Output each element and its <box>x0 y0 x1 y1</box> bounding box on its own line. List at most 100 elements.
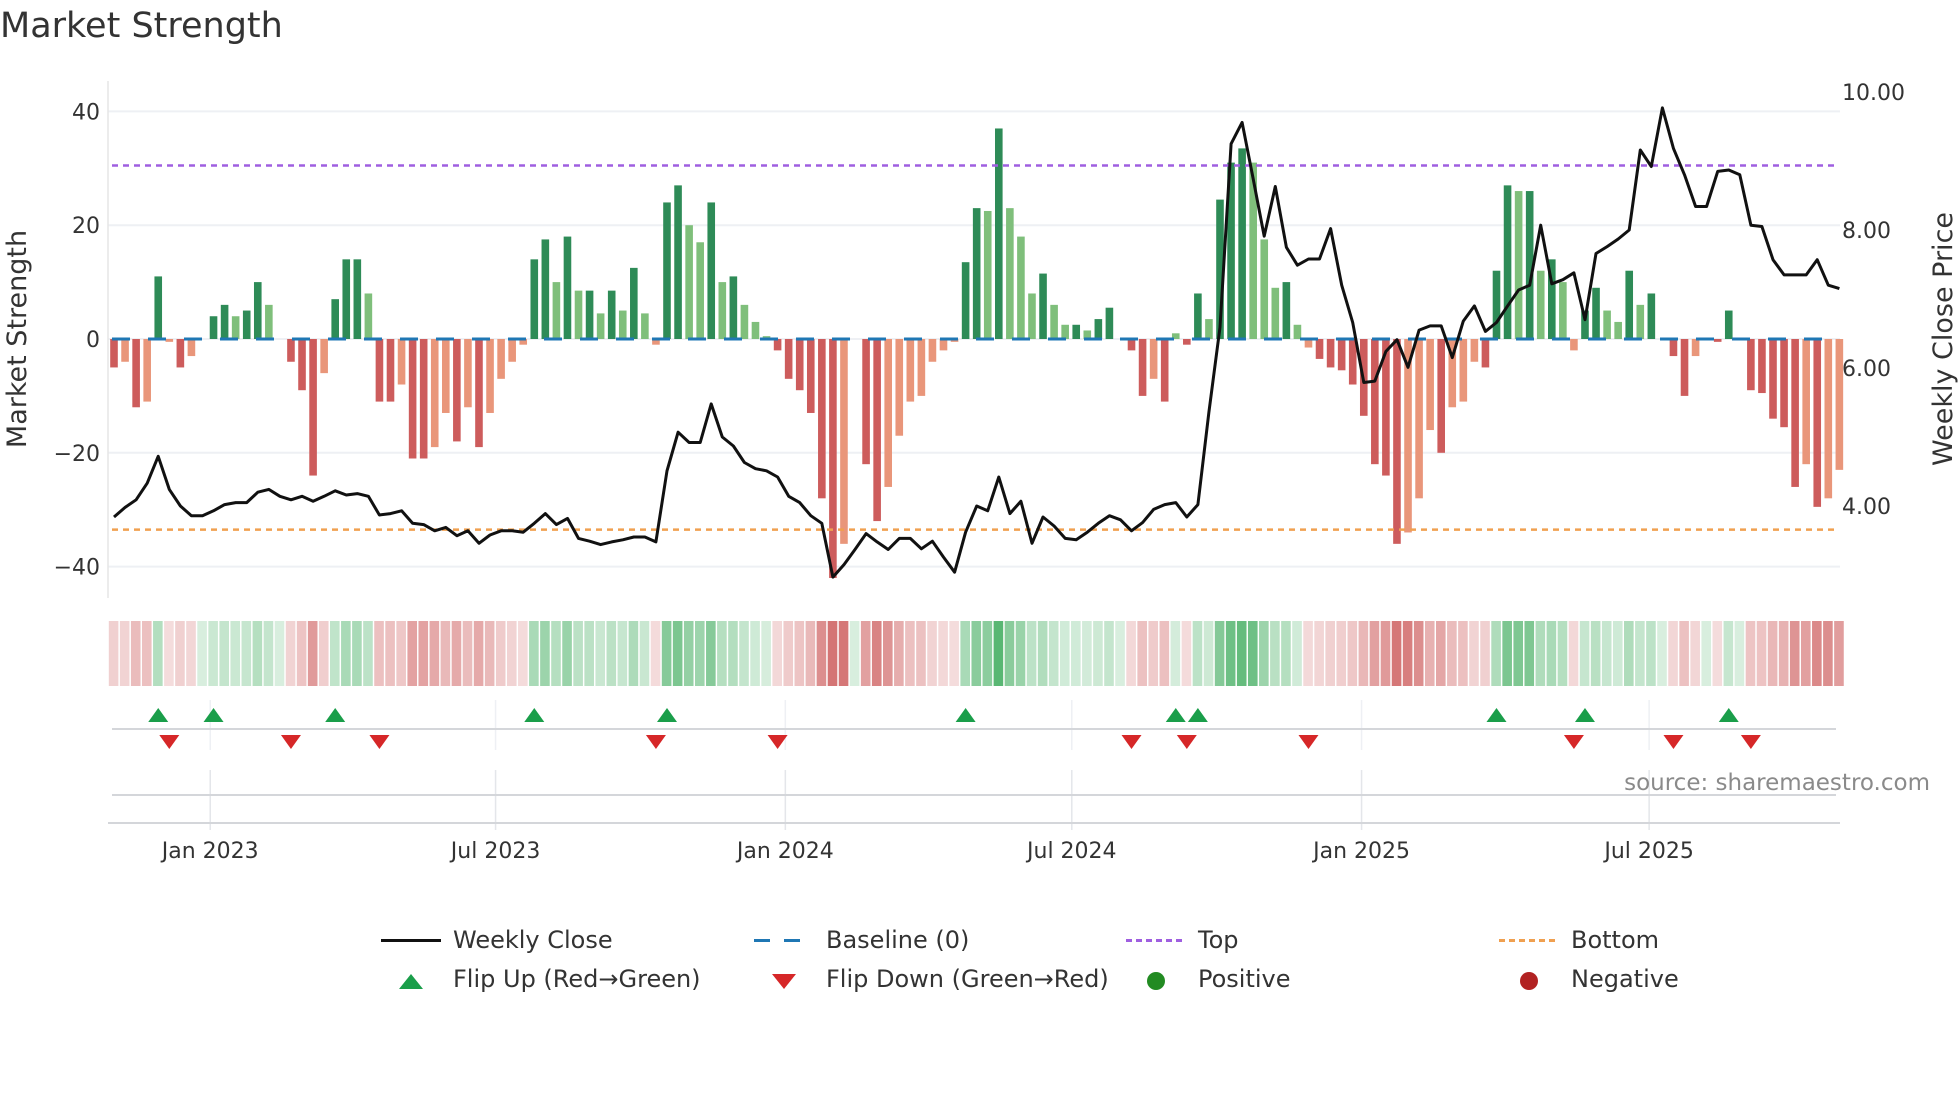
strength-heat-cell <box>153 621 163 686</box>
strength-heat-cell <box>628 621 639 686</box>
strength-heat-cell <box>1336 621 1347 686</box>
strength-bar <box>618 310 627 339</box>
strength-heat-cell <box>1624 621 1634 686</box>
strength-heat-cell <box>1225 621 1236 686</box>
flip-up-marker <box>1486 708 1507 722</box>
strength-heat-cell <box>860 621 871 686</box>
strength-heat-cell <box>429 621 440 686</box>
strength-heat-cell <box>141 621 152 686</box>
y-axis-title: Market Strength <box>2 230 33 448</box>
strength-bar <box>928 339 937 362</box>
strength-bar <box>497 339 505 379</box>
strength-bar <box>1802 339 1810 465</box>
strength-heat-cell <box>1635 621 1645 686</box>
strength-heat-cell <box>1281 621 1291 686</box>
strength-heat-cell <box>484 621 495 686</box>
strength-bar <box>773 339 782 351</box>
strength-bar <box>685 225 693 339</box>
strength-heat-cell <box>396 621 406 686</box>
strength-heat-cell <box>1745 621 1756 686</box>
x-tick-label: Jul 2025 <box>1602 839 1694 864</box>
strength-bar <box>1614 321 1622 339</box>
strength-heat-cell <box>938 621 948 686</box>
flip-up-marker <box>524 708 545 722</box>
strength-heat-cell <box>1723 621 1734 686</box>
flip-up-marker <box>657 708 677 722</box>
strength-heat-cell <box>219 621 229 686</box>
strength-heat-cell <box>683 621 694 686</box>
strength-heat-cell <box>1170 621 1181 686</box>
strength-bar <box>917 339 926 396</box>
strength-heat-cell <box>838 621 849 686</box>
strength-heat-cell <box>805 621 816 686</box>
strength-bar <box>563 236 572 339</box>
flip-down-marker <box>1740 735 1761 749</box>
strength-bar <box>862 339 870 465</box>
strength-bar <box>795 339 804 391</box>
strength-bar <box>895 339 904 436</box>
strength-heat-cell <box>1071 621 1081 686</box>
strength-heat-cell <box>1701 621 1712 686</box>
strength-bar <box>1326 339 1335 368</box>
strength-heat-cell <box>119 621 130 686</box>
strength-bar <box>419 339 428 459</box>
strength-heat-cell <box>905 621 915 686</box>
y-tick-label: 40 <box>72 100 100 125</box>
strength-heat-cell <box>1767 621 1778 686</box>
strength-heat-cell <box>1314 621 1324 686</box>
strength-bar <box>453 339 461 442</box>
strength-heat-cell <box>1568 621 1579 686</box>
strength-bar <box>143 339 151 402</box>
strength-heat-cell <box>1601 621 1612 686</box>
strength-heat-cell <box>1115 621 1125 686</box>
strength-bar <box>353 259 362 339</box>
strength-heat-cell <box>1579 621 1590 686</box>
strength-heat-cell <box>1259 621 1269 686</box>
strength-heat-cell <box>1347 621 1358 686</box>
strength-heat-cell <box>175 621 185 686</box>
strength-bar <box>961 262 970 339</box>
strength-bar <box>1680 339 1689 396</box>
strength-heat-cell <box>1513 621 1524 686</box>
strength-bar <box>320 339 328 374</box>
strength-heat-cell <box>1192 621 1203 686</box>
strength-heat-cell <box>949 621 959 686</box>
y2-tick-label: 6.00 <box>1842 357 1891 382</box>
strength-bar <box>1050 304 1058 339</box>
strength-heat-cell <box>274 621 285 686</box>
strength-bar <box>386 339 395 402</box>
strength-heat-cell <box>1557 621 1568 686</box>
strength-bar <box>1072 324 1081 339</box>
strength-heat-cell <box>186 621 196 686</box>
strength-heat-cell <box>761 621 771 686</box>
strength-bar <box>1194 293 1202 339</box>
strength-bar <box>1459 339 1468 402</box>
strength-bar <box>1603 310 1611 339</box>
strength-bar <box>1028 293 1036 339</box>
strength-heat-cell <box>1812 621 1822 686</box>
strength-heat-cell <box>871 621 882 686</box>
strength-heat-cell <box>617 621 628 686</box>
x-tick-label: Jan 2024 <box>735 839 834 864</box>
strength-heat-cell <box>960 621 971 686</box>
flip-down-marker <box>1121 735 1142 749</box>
strength-bar <box>530 259 539 339</box>
strength-bar <box>972 208 981 339</box>
strength-heat-cell <box>241 621 252 686</box>
strength-heat-cell <box>1491 621 1501 686</box>
y-tick-label: 20 <box>72 214 100 239</box>
strength-heat-cell <box>694 621 705 686</box>
strength-heat-cell <box>296 621 307 686</box>
strength-heat-cell <box>993 621 1004 686</box>
strength-heat-cell <box>1413 621 1424 686</box>
strength-heat-cell <box>1004 621 1015 686</box>
strength-bar <box>1017 236 1025 339</box>
strength-heat-cell <box>639 621 650 686</box>
strength-heat-cell <box>1590 621 1601 686</box>
y-tick-label: −20 <box>54 442 100 467</box>
strength-bar <box>1747 339 1755 391</box>
strength-bar <box>176 339 185 368</box>
strength-heat-cell <box>540 621 550 686</box>
strength-heat-cell <box>1148 621 1159 686</box>
strength-bar <box>442 339 450 413</box>
